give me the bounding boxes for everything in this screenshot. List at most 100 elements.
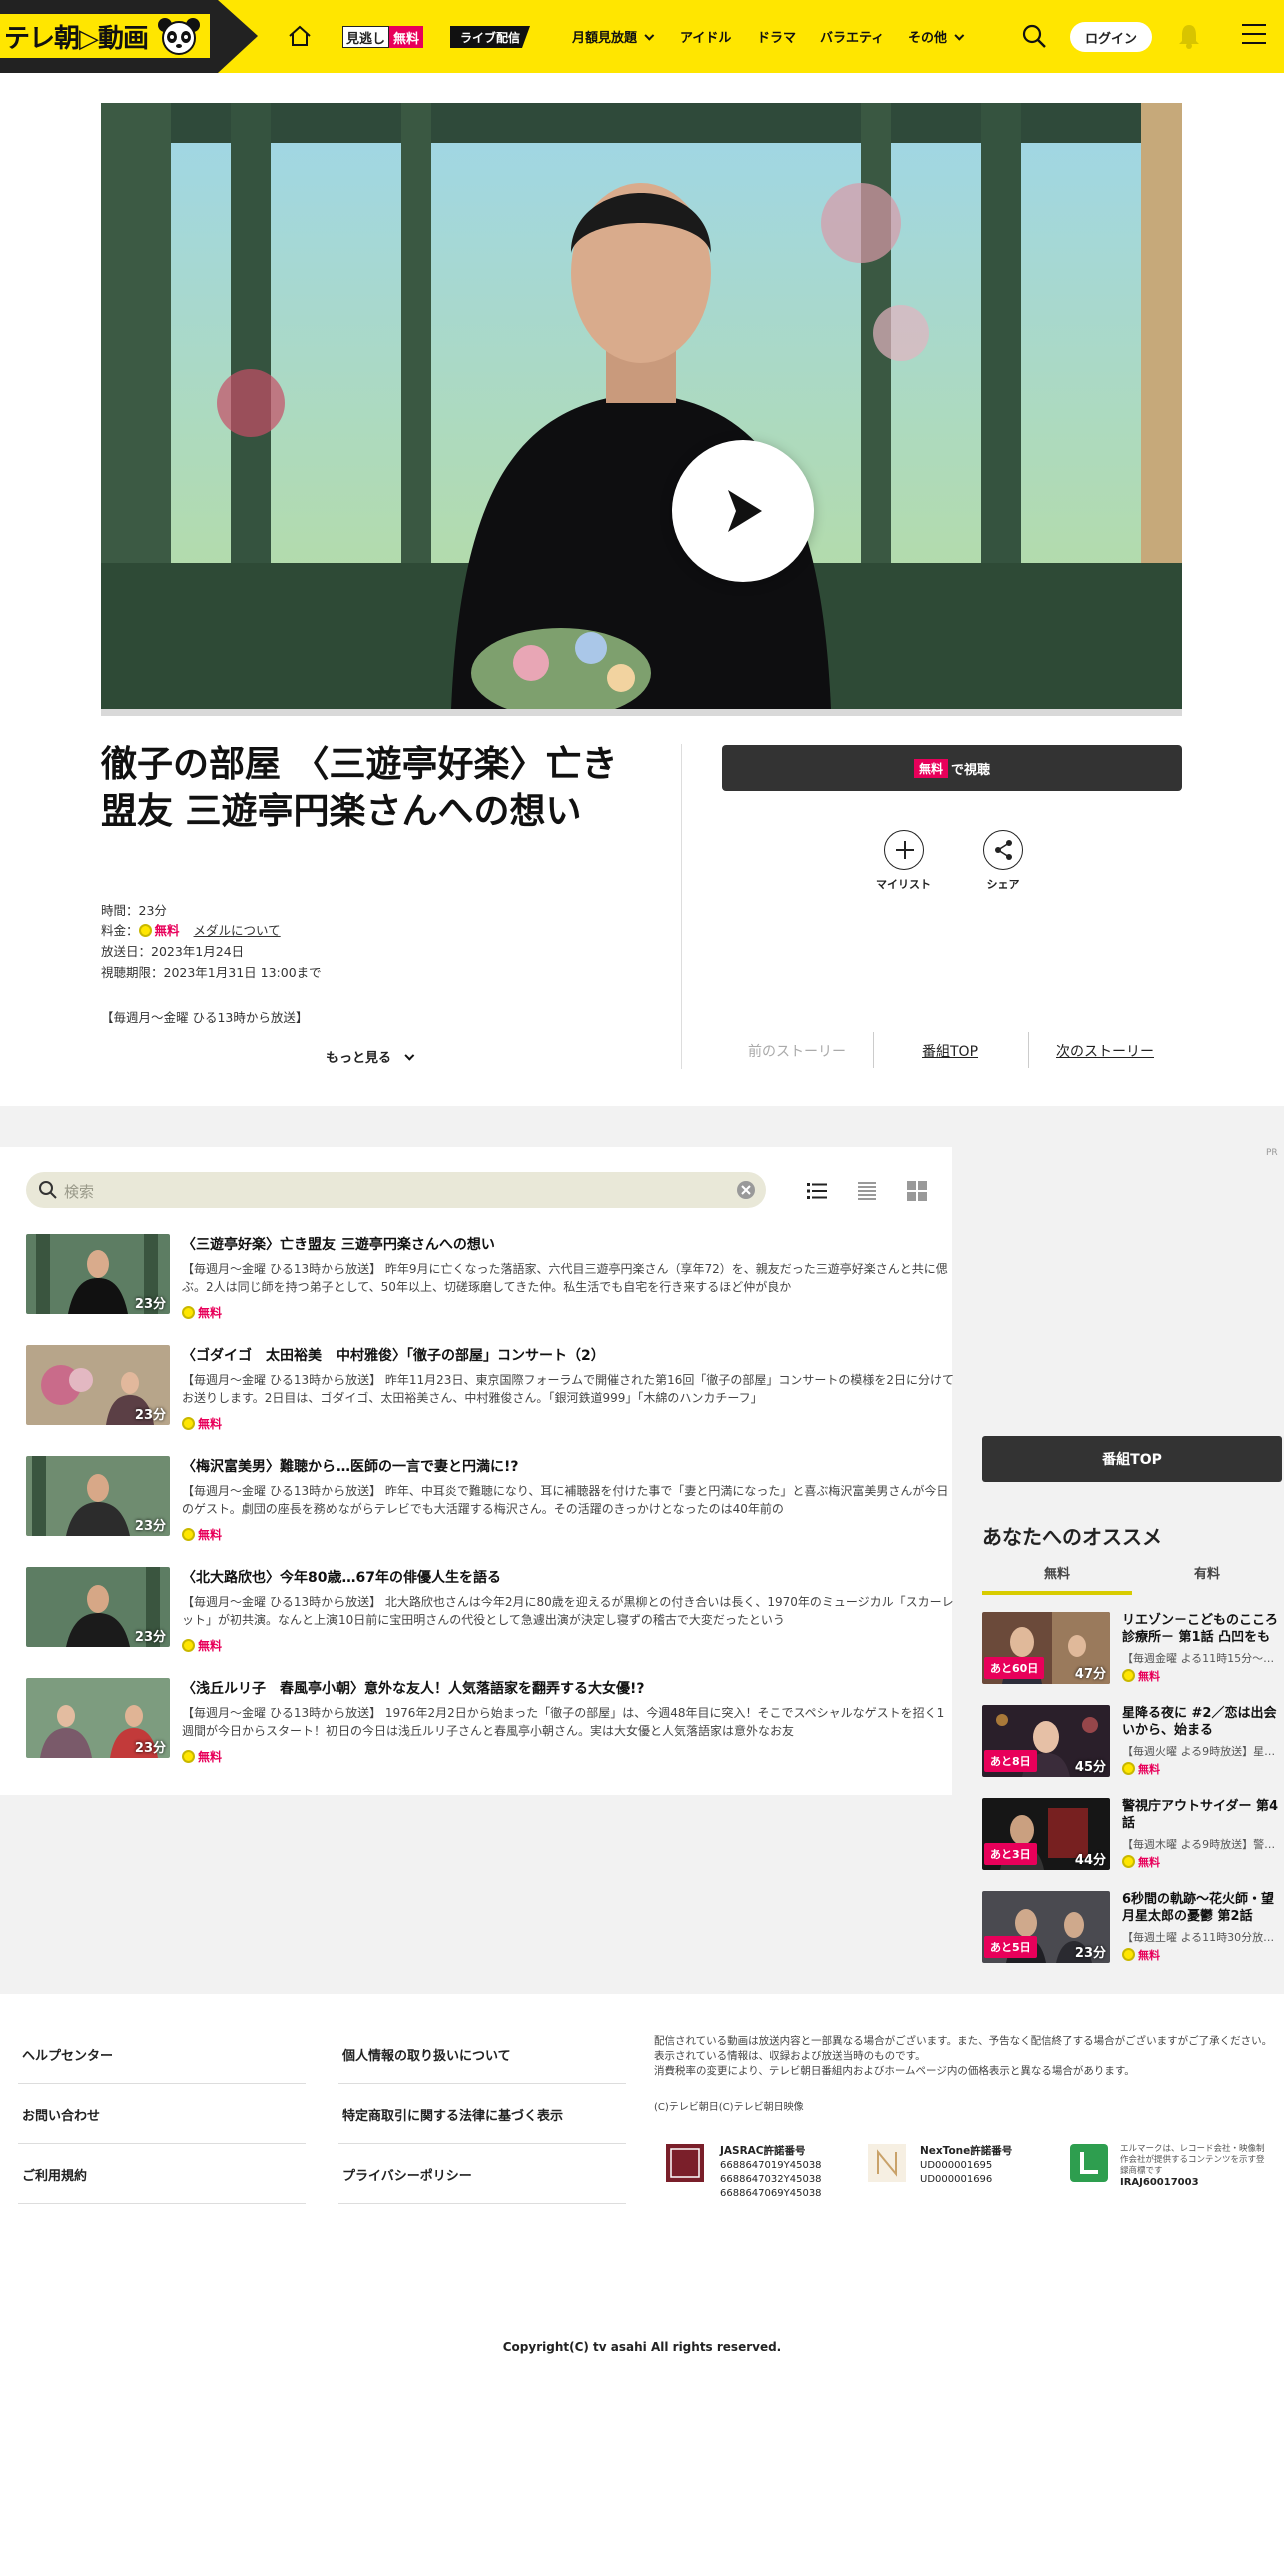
recommend-thumbnail: 23分 あと5日 xyxy=(982,1891,1110,1963)
privacy-handling-link[interactable]: 個人情報の取り扱いについて xyxy=(342,2045,511,2064)
jasrac-number: 6688647069Y45038 xyxy=(720,2188,822,2199)
home-icon[interactable] xyxy=(286,22,314,50)
free-status: 無料 xyxy=(182,1304,222,1321)
free-status: 無料 xyxy=(182,1526,222,1543)
recommend-title: リエゾン－こどものこころ診療所－ 第1話 凸凹をもつ児童精神科医 xyxy=(1122,1613,1279,1645)
nav-other[interactable]: その他 xyxy=(908,27,965,46)
free-medal-icon xyxy=(182,1417,195,1430)
recommend-item[interactable]: 23分 あと5日 6秒間の軌跡～花火師・望月星太郎の憂鬱 第2話 【毎週土曜 よる… xyxy=(982,1891,1282,1963)
nav-variety[interactable]: バラエティ xyxy=(820,27,884,46)
recommend-title: 星降る夜に #2／恋は出会いから、始まる xyxy=(1122,1706,1277,1738)
free-label: 無料 xyxy=(198,1639,223,1653)
item-description: 【毎週月～金曜 ひる13時から放送】 昨年11月23日、東京国際フォーラムで開催… xyxy=(182,1373,954,1405)
disclaimer: 配信されている動画は放送内容と一部異なる場合がございます。また、予告なく配信終了… xyxy=(654,2034,1282,2079)
free-medal-icon xyxy=(182,1750,195,1763)
contact-link[interactable]: お問い合わせ xyxy=(22,2105,100,2124)
recommend-item[interactable]: 47分 あと60日 リエゾン－こどものこころ診療所－ 第1話 凸凹をもつ児童精神科… xyxy=(982,1612,1282,1684)
free-label: 無料 xyxy=(1138,1670,1160,1683)
recommend-description: 【毎週土曜 よる11時30分放送】 xyxy=(1122,1931,1282,1944)
recommend-item[interactable]: 45分 あと8日 星降る夜に #2／恋は出会いから、始まる 【毎週火曜 よる9時放… xyxy=(982,1705,1282,1777)
duration-label: 23分 xyxy=(134,1408,166,1423)
recommend-title: 警視庁アウトサイダー 第4話 xyxy=(1122,1799,1279,1831)
divider xyxy=(338,2083,626,2084)
grid-view-icon[interactable] xyxy=(906,1180,928,1202)
free-status: 無料 xyxy=(1122,1854,1160,1870)
remaining-days-badge: あと60日 xyxy=(984,1657,1045,1679)
episode-thumbnail: 23分 xyxy=(26,1567,170,1647)
list-item[interactable]: 23分 〈梅沢富美男〉難聴から…医師の一言で妻と円満に!? 【毎週月～金曜 ひる… xyxy=(26,1456,948,1556)
login-button[interactable]: ログイン xyxy=(1070,22,1152,52)
chevron-down-icon xyxy=(404,1050,415,1061)
tab-free[interactable]: 無料 xyxy=(982,1563,1132,1582)
episode-thumbnail: 23分 xyxy=(26,1678,170,1758)
program-top-button[interactable]: 番組TOP xyxy=(982,1436,1282,1482)
list-view-icon[interactable] xyxy=(806,1180,828,1202)
item-title: 〈梅沢富美男〉難聴から…医師の一言で妻と円満に!? xyxy=(182,1459,519,1475)
copyright: Copyright(C) tv asahi All rights reserve… xyxy=(502,2340,782,2354)
active-tab-indicator xyxy=(982,1591,1132,1595)
recommend-item[interactable]: 44分 あと3日 警視庁アウトサイダー 第4話 【毎週木曜 よる9時放送】警視庁ア… xyxy=(982,1798,1282,1870)
divider xyxy=(338,2203,626,2204)
list-item[interactable]: 23分 〈三遊亭好楽〉亡き盟友 三遊亭円楽さんへの想い 【毎週月～金曜 ひる13… xyxy=(26,1234,948,1334)
episode-search-input[interactable]: 検索 xyxy=(26,1172,766,1208)
divider xyxy=(338,2143,626,2144)
nav-monthly[interactable]: 月額見放題 xyxy=(572,27,655,46)
list-item[interactable]: 23分 〈浅丘ルリ子 春風亭小朝〉意外な友人！人気落語家を翻弄する大女優!? 【… xyxy=(26,1678,944,1778)
free-status: 無料 xyxy=(182,1415,222,1432)
search-icon xyxy=(39,1181,57,1199)
next-story-link[interactable]: 次のストーリー xyxy=(1056,1041,1154,1061)
price-label: 料金： xyxy=(101,923,139,938)
divider xyxy=(18,2143,306,2144)
program-top-link[interactable]: 番組TOP xyxy=(922,1041,978,1061)
share-button[interactable]: シェア xyxy=(983,830,1023,892)
free-medal-icon xyxy=(182,1528,195,1541)
nav-mitoshi-label: 見逃し xyxy=(342,26,390,48)
free-label: 無料 xyxy=(1138,1949,1160,1962)
compact-list-icon[interactable] xyxy=(856,1180,878,1202)
free-medal-icon xyxy=(1122,1948,1135,1961)
item-title: 〈三遊亭好楽〉亡き盟友 三遊亭円楽さんへの想い xyxy=(182,1237,495,1253)
duration-label: 45分 xyxy=(1074,1760,1106,1775)
list-item[interactable]: 23分 〈北大路欣也〉今年80歳…67年の俳優人生を語る 【毎週月～金曜 ひる1… xyxy=(26,1567,954,1667)
terms-link[interactable]: ご利用規約 xyxy=(22,2165,87,2184)
commercial-law-link[interactable]: 特定商取引に関する法律に基づく表示 xyxy=(342,2105,563,2124)
help-center-link[interactable]: ヘルプセンター xyxy=(22,2045,113,2064)
progress-bar[interactable] xyxy=(101,709,1182,716)
nav-idol[interactable]: アイドル xyxy=(680,27,731,46)
episode-duration: 時間：23分 xyxy=(101,903,167,918)
nav-live[interactable]: ライブ配信 xyxy=(450,26,531,48)
item-description: 【毎週月～金曜 ひる13時から放送】 昨年、中耳炎で難聴になり、耳に補聴器を付け… xyxy=(182,1484,949,1516)
duration-label: 23分 xyxy=(134,1630,166,1645)
privacy-policy-link[interactable]: プライバシーポリシー xyxy=(342,2165,472,2184)
nav-mitoshi-free[interactable]: 見逃し 無料 xyxy=(342,26,424,48)
l-mark-license: エルマークは、レコード会社・映像制作会社が提供するコンテンツを示す登録商標です … xyxy=(1120,2144,1270,2189)
free-label: 無料 xyxy=(198,1417,223,1431)
hamburger-menu-icon[interactable] xyxy=(1242,24,1266,48)
watch-free-button[interactable]: 無料 で視聴 xyxy=(722,745,1182,791)
plus-icon xyxy=(883,830,924,870)
bell-icon[interactable] xyxy=(1176,22,1202,50)
medal-info-link[interactable]: メダルについて xyxy=(194,923,281,938)
play-icon xyxy=(728,490,762,532)
list-item[interactable]: 23分 〈ゴダイゴ 太田裕美 中村雅俊〉「徹子の部屋」コンサート（2） 【毎週月… xyxy=(26,1345,954,1445)
item-description: 【毎週月～金曜 ひる13時から放送】 1976年2月2日から始まった「徹子の部屋… xyxy=(182,1706,945,1738)
divider xyxy=(1028,1032,1029,1068)
site-logo[interactable]: テレ朝▷動画 xyxy=(0,14,210,58)
panda-mascot-icon xyxy=(158,18,200,55)
recommend-description: 【毎週木曜 よる9時放送】警視庁アウトサイダー xyxy=(1122,1838,1282,1851)
more-button[interactable]: もっと見る xyxy=(326,1047,415,1066)
nav-drama[interactable]: ドラマ xyxy=(757,27,796,46)
nextone-logo-icon xyxy=(868,2144,906,2182)
clear-icon[interactable] xyxy=(736,1180,756,1200)
tab-paid[interactable]: 有料 xyxy=(1132,1563,1282,1582)
episode-price: 料金： 無料 メダルについて xyxy=(101,920,281,939)
logo-text: テレ朝▷動画 xyxy=(4,23,149,54)
free-status: 無料 xyxy=(182,1637,222,1654)
nav-other-label: その他 xyxy=(908,31,948,46)
play-button[interactable] xyxy=(672,440,814,582)
mylist-button[interactable]: マイリスト xyxy=(876,830,931,892)
video-player[interactable] xyxy=(101,103,1182,709)
jasrac-license: JASRAC許諾番号 6688647019Y45038 6688647032Y4… xyxy=(720,2144,822,2201)
search-icon[interactable] xyxy=(1020,22,1048,50)
recommend-thumbnail: 47分 あと60日 xyxy=(982,1612,1110,1684)
